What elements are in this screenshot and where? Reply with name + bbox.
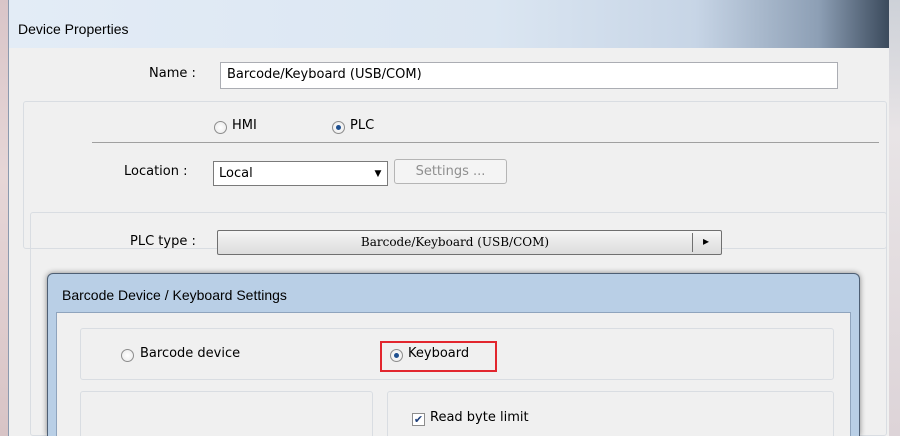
plc-type-button[interactable]: Barcode/Keyboard (USB/COM) ▸: [217, 230, 722, 255]
window-title-bar[interactable]: Device Properties: [9, 0, 889, 48]
plc-type-label: PLC type :: [130, 234, 196, 249]
dialog-body: Barcode device Keyboard ✔ Read byte limi…: [56, 312, 851, 436]
location-value: Local: [219, 166, 253, 181]
barcode-keyboard-dialog: Barcode Device / Keyboard Settings Barco…: [47, 273, 860, 436]
group-divider: [92, 142, 879, 143]
left-options-group: [80, 391, 373, 436]
play-arrow-icon: ▸: [703, 234, 710, 248]
keyboard-label: Keyboard: [408, 346, 470, 361]
plc-type-value: Barcode/Keyboard (USB/COM): [360, 235, 550, 249]
settings-button[interactable]: Settings ...: [394, 159, 507, 184]
name-input[interactable]: Barcode/Keyboard (USB/COM): [220, 62, 838, 89]
plc-radio[interactable]: [332, 121, 345, 134]
location-dropdown[interactable]: Local ▼: [213, 161, 388, 186]
plc-type-separator: [692, 233, 693, 252]
read-byte-limit-label: Read byte limit: [430, 410, 529, 425]
chevron-down-icon: ▼: [374, 168, 382, 179]
plc-label: PLC: [350, 118, 375, 133]
barcode-device-radio[interactable]: [121, 349, 134, 362]
window-title: Device Properties: [18, 21, 129, 37]
name-label: Name :: [149, 66, 196, 81]
read-byte-limit-checkbox[interactable]: ✔: [412, 413, 425, 426]
hmi-radio[interactable]: [214, 121, 227, 134]
location-label: Location :: [124, 164, 188, 179]
dialog-title[interactable]: Barcode Device / Keyboard Settings: [62, 287, 287, 303]
keyboard-radio[interactable]: [390, 349, 403, 362]
checkmark-icon: ✔: [413, 413, 424, 426]
hmi-label: HMI: [232, 118, 257, 133]
barcode-device-label: Barcode device: [140, 346, 241, 361]
